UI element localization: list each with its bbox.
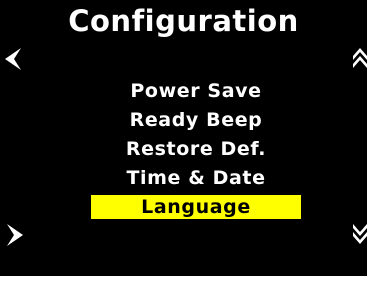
double-chevron-up-icon[interactable] [353,48,367,72]
menu-item-label: Ready Beep [129,109,263,131]
chevron-right-icon[interactable] [7,224,23,246]
menu-item-label: Time & Date [126,167,266,189]
menu-item-power-save[interactable]: Power Save [0,77,367,106]
config-menu: Power Save Ready Beep Restore Def. Time … [0,77,367,222]
menu-item-time-date[interactable]: Time & Date [0,164,367,193]
menu-item-ready-beep[interactable]: Ready Beep [0,106,367,135]
menu-item-label: Restore Def. [125,138,267,160]
menu-item-label: Language [91,195,301,219]
menu-item-restore-defaults[interactable]: Restore Def. [0,135,367,164]
menu-item-language[interactable]: Language [0,193,367,222]
page-title: Configuration [68,4,299,38]
device-screen: Configuration Power Save Ready Beep Rest… [0,0,367,276]
double-chevron-down-icon[interactable] [353,224,367,248]
menu-item-label: Power Save [130,80,262,102]
chevron-left-icon[interactable] [5,48,21,70]
